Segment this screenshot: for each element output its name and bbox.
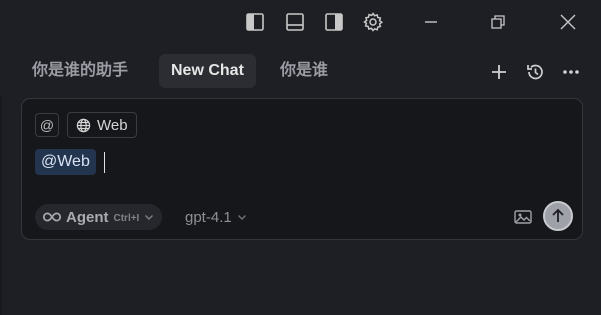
tab-new-chat[interactable]: New Chat <box>159 54 256 88</box>
chevron-down-icon <box>144 213 154 221</box>
tab-chat-2[interactable]: 你是谁 <box>268 54 340 88</box>
sidebar-edge <box>0 96 2 315</box>
history-icon[interactable] <box>524 61 546 83</box>
minimize-icon[interactable] <box>419 10 443 34</box>
tab-chat-1[interactable]: 你是谁的助手 <box>20 54 140 88</box>
chat-composer: @ Web @Web Agent Ctrl+I gpt-4.1 <box>21 98 583 240</box>
model-label: gpt-4.1 <box>185 208 232 226</box>
mode-label: Agent <box>66 208 109 226</box>
toggle-panel-icon[interactable] <box>283 10 307 34</box>
mode-selector[interactable]: Agent Ctrl+I <box>35 204 163 230</box>
restore-icon[interactable] <box>486 10 510 34</box>
more-icon[interactable] <box>560 61 582 83</box>
web-chip-label: Web <box>97 116 128 134</box>
plus-icon[interactable] <box>488 61 510 83</box>
infinity-icon <box>43 211 61 223</box>
title-bar <box>0 0 601 44</box>
chat-tabs: 你是谁的助手 New Chat 你是谁 <box>0 54 601 90</box>
image-icon <box>514 209 532 225</box>
web-context-chip[interactable]: Web <box>67 112 137 138</box>
close-icon[interactable] <box>556 10 580 34</box>
globe-icon <box>76 118 91 133</box>
add-context-button[interactable]: @ <box>35 113 59 137</box>
toggle-primary-sidebar-icon[interactable] <box>243 10 267 34</box>
gear-icon[interactable] <box>361 10 385 34</box>
mode-shortcut: Ctrl+I <box>113 212 140 224</box>
send-button[interactable] <box>543 201 573 231</box>
model-selector[interactable]: gpt-4.1 <box>185 204 247 230</box>
attach-image-button[interactable] <box>511 205 535 229</box>
arrow-up-icon <box>551 208 565 224</box>
chevron-down-icon <box>237 213 247 221</box>
mention-tag: @Web <box>35 149 96 175</box>
text-caret <box>104 152 105 173</box>
toggle-secondary-sidebar-icon[interactable] <box>322 10 346 34</box>
